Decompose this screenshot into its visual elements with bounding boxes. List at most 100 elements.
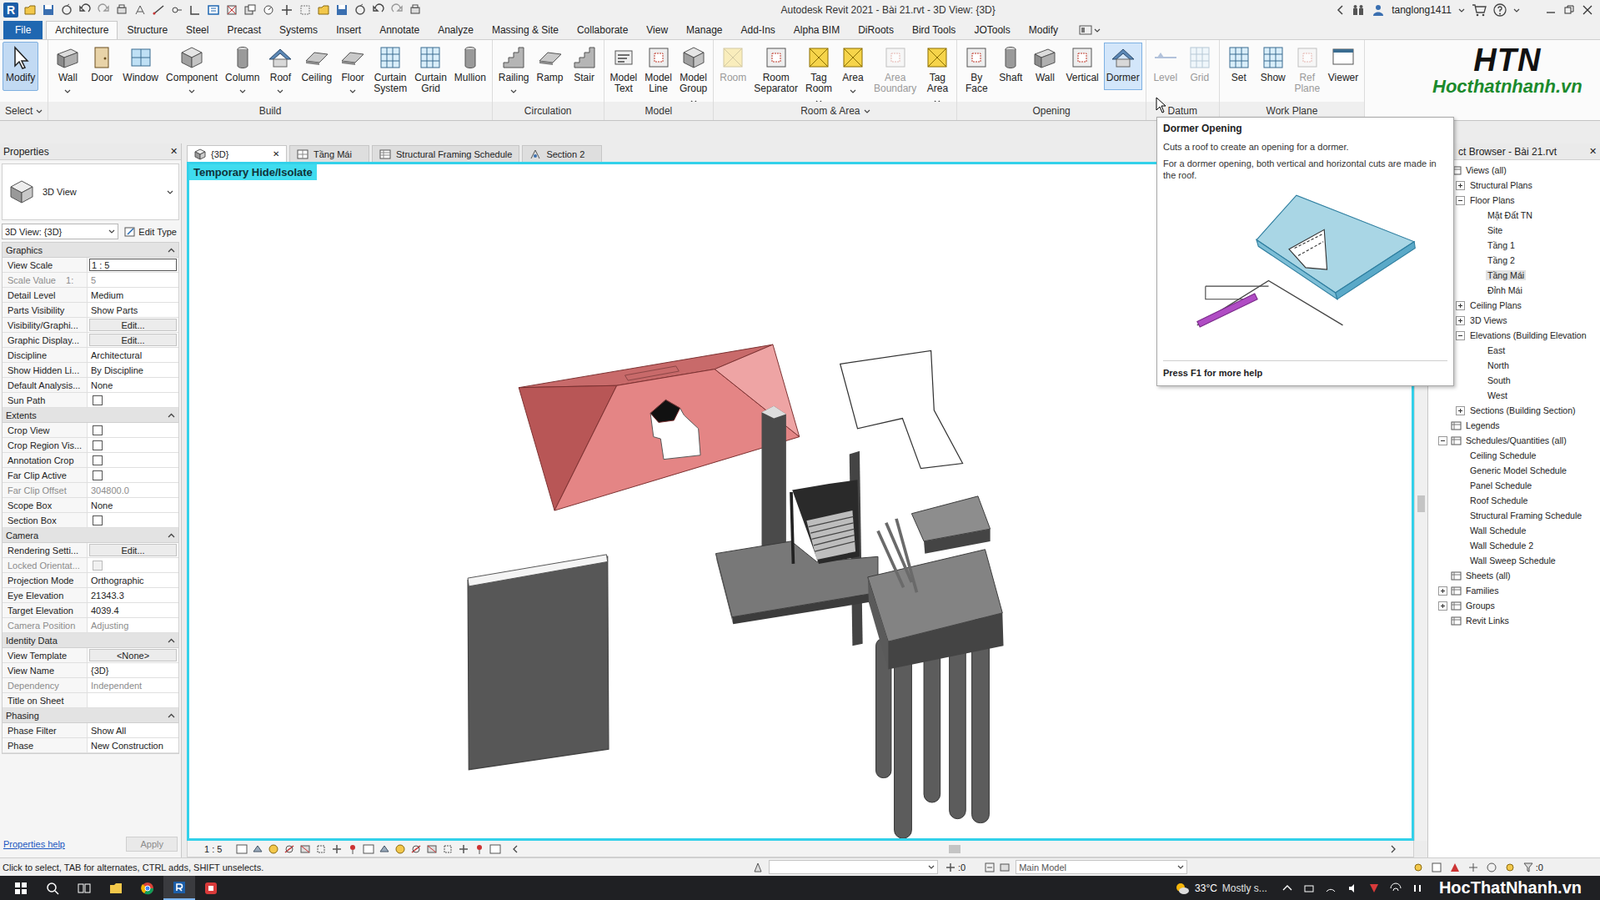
tool-button[interactable]: Level: [1148, 41, 1183, 91]
recorder-icon[interactable]: [204, 881, 218, 895]
quick-access-icon[interactable]: [170, 3, 184, 17]
tray-icon[interactable]: [1345, 881, 1360, 895]
task-view-icon[interactable]: [77, 881, 91, 895]
expander-icon[interactable]: [1438, 601, 1448, 611]
edit-type-icon[interactable]: [124, 225, 136, 238]
design-option-dropdown[interactable]: Main Model: [1015, 859, 1188, 874]
panel-title-label[interactable]: Build: [259, 105, 282, 117]
status-tool-icon[interactable]: [1504, 861, 1516, 873]
ribbon-tab-label[interactable]: Architecture: [55, 24, 109, 36]
property-value[interactable]: 304800.0: [89, 485, 130, 496]
panel-title-label[interactable]: Room & Area: [800, 105, 860, 117]
browser-item-label[interactable]: Wall Schedule 2: [1468, 540, 1535, 551]
browser-item-label[interactable]: Generic Model Schedule: [1468, 465, 1569, 476]
floor-outline[interactable]: [840, 350, 964, 468]
tool-button[interactable]: Stair: [567, 41, 602, 91]
tool-button[interactable]: Ramp: [533, 41, 567, 91]
expander-icon[interactable]: [1455, 300, 1465, 311]
tool-button[interactable]: Shaft: [993, 41, 1028, 91]
wall[interactable]: [467, 554, 609, 770]
view-control-icon[interactable]: [457, 842, 470, 855]
railing[interactable]: [877, 518, 918, 592]
collapse-icon[interactable]: [167, 412, 176, 418]
tray-icon[interactable]: [1302, 881, 1316, 895]
tool-label[interactable]: Wall: [1035, 72, 1055, 84]
section-title[interactable]: Camera: [5, 530, 39, 541]
browser-item-label[interactable]: Wall Schedule: [1468, 525, 1528, 536]
view-control-icon[interactable]: [441, 842, 454, 855]
dropdown-arrow-icon[interactable]: [1177, 864, 1184, 869]
tool-dropdown-icon[interactable]: [239, 89, 246, 94]
view-tab-icon[interactable]: [379, 148, 392, 161]
panel-title-label[interactable]: Datum: [1168, 105, 1198, 117]
tool-button[interactable]: Curtain System: [370, 41, 411, 102]
ribbon-tab[interactable]: File: [3, 20, 43, 40]
tool-icon[interactable]: [1329, 44, 1357, 71]
ribbon-tab[interactable]: View: [636, 20, 678, 40]
tool-dropdown[interactable]: [1269, 84, 1277, 89]
ribbon-tab-label[interactable]: Alpha BIM: [793, 24, 840, 36]
property-button-label[interactable]: <None>: [116, 650, 150, 661]
section-header[interactable]: Phasing: [2, 707, 179, 723]
quick-access-icon[interactable]: [390, 3, 404, 17]
tool-hover-area[interactable]: Vertical: [1063, 42, 1101, 91]
property-value[interactable]: Adjusting: [89, 620, 129, 631]
scroll-thumb[interactable]: [1417, 495, 1425, 512]
tool-dropdown[interactable]: [892, 95, 899, 100]
tool-dropdown[interactable]: [933, 95, 941, 100]
property-button[interactable]: Edit...: [89, 333, 177, 347]
app-logo-letter[interactable]: R: [6, 3, 16, 17]
property-value-cell[interactable]: Edit...: [87, 317, 179, 332]
browser-item-label[interactable]: Tầng Mái: [1485, 270, 1526, 281]
tool-button[interactable]: Floor: [336, 41, 370, 91]
panel-title-label[interactable]: Work Plane: [1266, 105, 1319, 117]
view-tab-label[interactable]: Tầng Mái: [313, 149, 352, 160]
view-control-icon[interactable]: [331, 842, 343, 855]
browser-item-label[interactable]: Đỉnh Mái: [1485, 285, 1525, 296]
tool-hover-area[interactable]: Door: [85, 42, 118, 91]
quick-access-icon[interactable]: [298, 3, 312, 17]
collapse-icon[interactable]: [167, 637, 176, 643]
section-header[interactable]: Extents: [2, 407, 179, 423]
tool-hover-area[interactable]: Stair: [568, 42, 601, 91]
browser-item[interactable]: Families: [1428, 582, 1600, 598]
browser-item[interactable]: Revit Links: [1428, 612, 1600, 628]
tool-dropdown-icon[interactable]: [64, 89, 71, 94]
tool-label[interactable]: Grid: [1189, 72, 1209, 84]
ribbon-tab-label[interactable]: DiRoots: [857, 24, 894, 36]
ribbon-tab[interactable]: Modify: [1019, 20, 1068, 40]
edit-type-button[interactable]: Edit Type: [121, 225, 180, 238]
tool-icon[interactable]: [339, 44, 367, 71]
browser-item-label[interactable]: South: [1485, 375, 1513, 386]
property-value-cell[interactable]: 4039.4: [87, 602, 179, 617]
browser-item-label[interactable]: Mặt Đất TN: [1485, 210, 1535, 221]
browser-item[interactable]: Sections (Building Section): [1428, 402, 1600, 418]
user-name[interactable]: tanglong1411: [1391, 4, 1452, 16]
ribbon-tab[interactable]: Precast: [217, 20, 271, 40]
view-tab-label[interactable]: Section 2: [546, 149, 585, 160]
property-value[interactable]: Show All: [89, 725, 126, 736]
property-button[interactable]: Edit...: [89, 543, 177, 557]
property-checkbox[interactable]: [92, 455, 103, 466]
tool-button[interactable]: Tag Room: [802, 41, 836, 102]
property-value-cell[interactable]: [87, 557, 179, 572]
property-value-cell[interactable]: By Discipline: [87, 362, 179, 377]
view-tab-icon[interactable]: [296, 148, 309, 161]
tool-button[interactable]: By Face: [959, 41, 994, 102]
browser-item-label[interactable]: Wall Sweep Schedule: [1468, 555, 1558, 566]
property-value[interactable]: By Discipline: [89, 365, 144, 376]
quick-access-icon[interactable]: [151, 3, 166, 17]
cart-icon[interactable]: [1471, 3, 1487, 17]
search-icon[interactable]: [45, 881, 60, 895]
browser-item[interactable]: Wall Sweep Schedule: [1428, 552, 1600, 568]
expander-icon[interactable]: [1455, 315, 1465, 326]
ribbon-tab-label[interactable]: Systems: [279, 24, 318, 36]
dropdown-arrow-icon[interactable]: [1093, 28, 1101, 33]
tool-label[interactable]: Viewer: [1328, 72, 1359, 84]
tool-label[interactable]: Vertical: [1065, 72, 1099, 84]
tool-button[interactable]: Ref Plane: [1290, 41, 1325, 102]
properties-close[interactable]: ✕: [170, 145, 178, 157]
tool-button[interactable]: Model Group: [676, 41, 711, 102]
browser-item-label[interactable]: Revit Links: [1464, 615, 1511, 626]
tool-button[interactable]: Set: [1222, 41, 1256, 91]
